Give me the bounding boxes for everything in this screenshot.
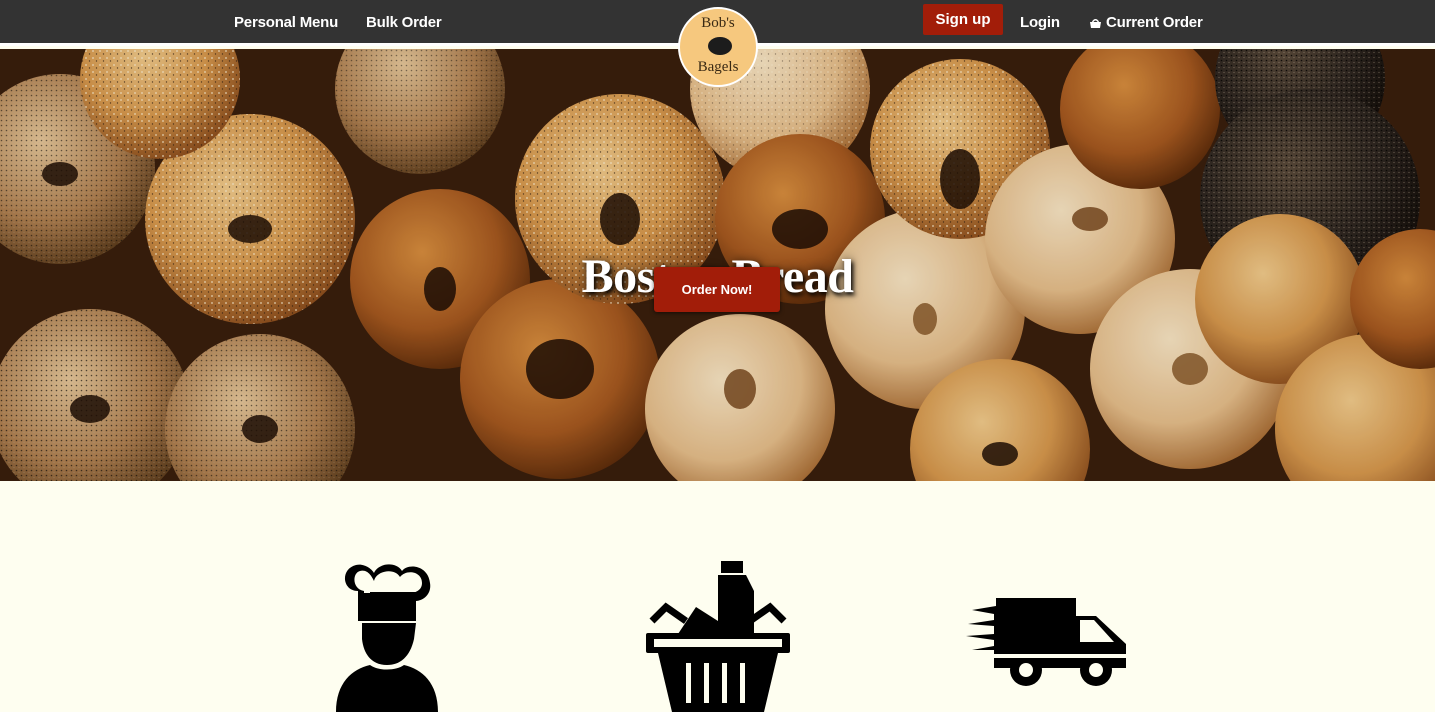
nav-bulk-order-link[interactable]: Bulk Order bbox=[366, 0, 442, 46]
logo-text-bottom: Bagels bbox=[697, 59, 739, 75]
site-logo[interactable]: Bob's Bagels bbox=[678, 7, 758, 87]
nav-personal-menu-link[interactable]: Personal Menu bbox=[234, 0, 338, 46]
current-order-label: Current Order bbox=[1106, 14, 1203, 31]
grocery-basket-icon bbox=[646, 561, 790, 712]
basket-icon bbox=[1090, 19, 1101, 28]
hero-banner: Boston Bread Order Now! bbox=[0, 49, 1435, 481]
nav-current-order-link[interactable]: Current Order bbox=[1089, 0, 1203, 46]
order-now-button[interactable]: Order Now! bbox=[654, 267, 780, 312]
signup-button[interactable]: Sign up bbox=[923, 4, 1003, 35]
delivery-truck-icon bbox=[966, 598, 1126, 686]
features-section bbox=[0, 481, 1435, 712]
nav-login-link[interactable]: Login bbox=[1020, 0, 1060, 46]
logo-text-top: Bob's bbox=[701, 15, 735, 31]
chef-icon bbox=[336, 564, 438, 712]
bagel-hole-icon bbox=[708, 37, 732, 55]
